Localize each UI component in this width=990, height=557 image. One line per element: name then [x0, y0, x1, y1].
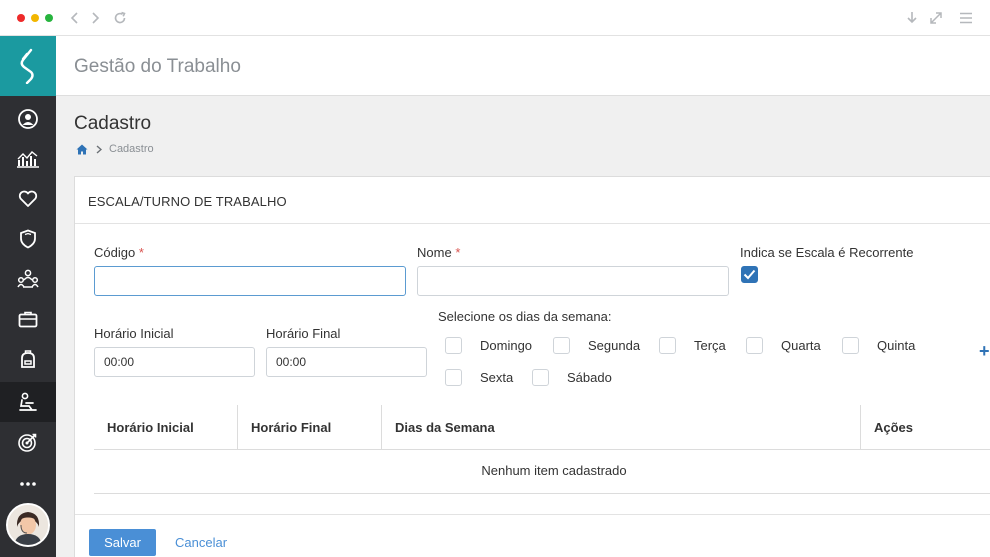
home-icon[interactable]	[76, 144, 88, 155]
checkbox-sabado[interactable]	[532, 369, 549, 386]
more-icon	[20, 482, 36, 486]
column-header: Horário Inicial	[107, 420, 194, 435]
avatar-picture	[8, 505, 48, 545]
people-network-icon	[17, 269, 39, 288]
backpack-icon	[21, 350, 35, 368]
briefcase-icon	[18, 311, 38, 328]
sidebar-item-work-management[interactable]	[0, 382, 56, 422]
cancel-link[interactable]: Cancelar	[175, 535, 227, 550]
label-domingo: Domingo	[480, 338, 533, 353]
sidebar-item-more[interactable]	[0, 464, 56, 504]
table-empty-row: Nenhum item cadastrado	[94, 450, 990, 494]
sidebar-item-goals[interactable]	[0, 422, 56, 462]
sidebar-item-team[interactable]	[0, 259, 56, 299]
checkbox-quinta[interactable]	[842, 337, 859, 354]
form-card: ESCALA/TURNO DE TRABALHO Código * Nome *…	[74, 176, 990, 557]
codigo-input[interactable]	[94, 266, 406, 296]
window-minimize-dot[interactable]	[31, 14, 39, 22]
window-maximize-dot[interactable]	[45, 14, 53, 22]
user-avatar[interactable]	[6, 503, 50, 547]
add-day-button[interactable]: +	[979, 341, 990, 362]
recorrente-checkbox[interactable]	[741, 266, 758, 283]
table-header: Horário Inicial Horário Final Dias da Se…	[94, 405, 990, 450]
forward-icon[interactable]	[86, 9, 104, 27]
label-quarta: Quarta	[781, 338, 821, 353]
breadcrumb: Cadastro	[76, 143, 154, 155]
horario-final-input[interactable]	[266, 347, 427, 377]
checkbox-terca[interactable]	[659, 337, 676, 354]
shield-icon	[20, 229, 36, 249]
checkbox-quarta[interactable]	[746, 337, 763, 354]
horario-final-label: Horário Final	[266, 326, 341, 341]
checkbox-sexta[interactable]	[445, 369, 462, 386]
sidebar-item-profile[interactable]	[0, 99, 56, 139]
check-icon	[743, 269, 756, 280]
label-sexta: Sexta	[480, 370, 514, 385]
heart-icon	[18, 190, 38, 207]
back-icon[interactable]	[66, 9, 84, 27]
recorrente-label: Indica se Escala é Recorrente	[740, 245, 914, 260]
page-title: Cadastro	[74, 113, 152, 134]
sidebar-item-jobs[interactable]	[0, 299, 56, 339]
window-close-dot[interactable]	[17, 14, 25, 22]
label-quinta: Quinta	[877, 338, 916, 353]
section-title: ESCALA/TURNO DE TRABALHO	[88, 194, 287, 209]
label-terca: Terça	[694, 338, 726, 353]
column-header: Ações	[874, 420, 914, 435]
chart-icon	[17, 151, 39, 168]
divider	[75, 223, 990, 224]
user-circle-icon	[18, 109, 38, 129]
menu-icon[interactable]	[957, 9, 975, 27]
sidebar-item-security[interactable]	[0, 219, 56, 259]
divider	[75, 514, 990, 515]
label-sabado: Sábado	[567, 370, 612, 385]
expand-icon[interactable]	[927, 9, 945, 27]
save-button[interactable]: Salvar	[89, 529, 156, 556]
codigo-label: Código *	[94, 245, 144, 260]
browser-chrome	[0, 0, 990, 36]
checkbox-domingo[interactable]	[445, 337, 462, 354]
nome-label: Nome *	[417, 245, 461, 260]
checkbox-segunda[interactable]	[553, 337, 570, 354]
app-logo[interactable]	[0, 36, 56, 96]
horario-inicial-input[interactable]	[94, 347, 255, 377]
workstation-icon	[19, 392, 37, 411]
sidebar-item-training[interactable]	[0, 339, 56, 379]
logo-icon	[20, 48, 34, 84]
dias-label: Selecione os dias da semana:	[438, 309, 612, 324]
label-segunda: Segunda	[588, 338, 641, 353]
chevron-right-icon	[96, 144, 102, 154]
app-header: Gestão do Trabalho	[56, 36, 990, 96]
target-icon	[18, 433, 37, 452]
horario-inicial-label: Horário Inicial	[94, 326, 174, 341]
reload-icon[interactable]	[111, 9, 129, 27]
sidebar-item-health[interactable]	[0, 179, 56, 219]
column-header: Dias da Semana	[395, 420, 495, 435]
nome-input[interactable]	[417, 266, 729, 296]
sidebar-item-reports[interactable]	[0, 139, 56, 179]
breadcrumb-current: Cadastro	[109, 143, 154, 155]
sidebar	[0, 36, 56, 557]
download-icon[interactable]	[903, 9, 921, 27]
app-title: Gestão do Trabalho	[74, 56, 241, 77]
column-header: Horário Final	[251, 420, 332, 435]
